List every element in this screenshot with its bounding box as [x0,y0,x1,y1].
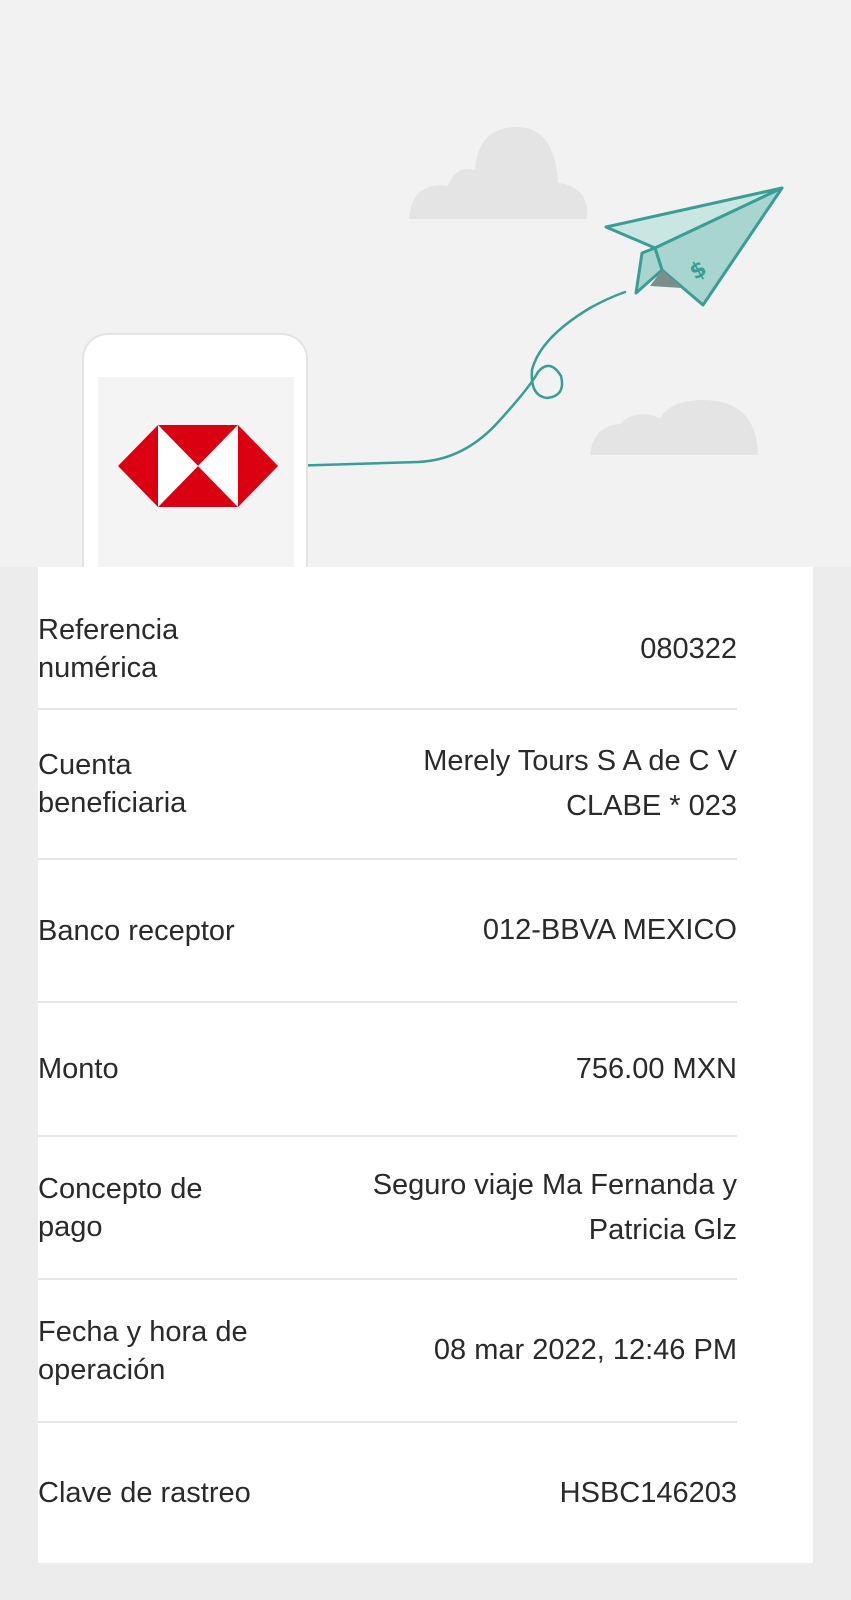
detail-row-fecha: Fecha y hora de operación 08 mar 2022, 1… [38,1280,737,1423]
detail-value-line: Merely Tours S A de C V [423,745,737,777]
hsbc-logo [118,425,278,507]
detail-row-monto: Monto 756.00 MXN [38,1003,737,1137]
detail-label: Banco receptor [38,914,235,947]
detail-value-line: Patricia Glz [588,1213,737,1246]
detail-row-cuenta: Cuenta beneficiaria Merely Tours S A de … [38,710,737,860]
detail-row-referencia: Referencia numérica 080322 [38,590,737,710]
detail-value-line: 08 mar 2022, 12:46 PM [433,1334,737,1366]
detail-value: Merely Tours S A de C V CLABE * 023 [423,739,737,829]
cloud-icon [590,399,758,455]
detail-label: Cuenta beneficiaria [38,749,187,819]
paper-plane-icon: $ [604,186,784,307]
detail-value: 012-BBVA MEXICO [483,908,737,953]
detail-row-clave: Clave de rastreo HSBC146203 [38,1423,737,1563]
detail-value-line: 756.00 MXN [575,1052,737,1085]
detail-label: Fecha y hora de operación [38,1315,248,1386]
hero-illustration: $ [0,0,851,567]
cloud-icon [409,126,588,219]
detail-row-banco: Banco receptor 012-BBVA MEXICO [38,860,737,1003]
flight-path [285,290,627,468]
detail-value-line: Seguro viaje Ma Fernanda y [372,1168,737,1201]
detail-value: HSBC146203 [560,1471,737,1516]
detail-value-line: CLABE * 023 [566,790,737,822]
detail-value: 756.00 MXN [576,1047,737,1092]
detail-value-line: HSBC146203 [559,1476,737,1509]
detail-label: Concepto de pago [38,1172,203,1243]
detail-label: Referencia numérica [38,614,179,684]
detail-value-line: 012-BBVA MEXICO [482,914,737,946]
detail-label: Clave de rastreo [38,1477,251,1509]
detail-value-line: 080322 [640,632,737,665]
detail-value: Seguro viaje Ma Fernanda y Patricia Glz [373,1163,737,1253]
detail-row-concepto: Concepto de pago Seguro viaje Ma Fernand… [38,1137,737,1280]
phone-screen [98,377,294,567]
detail-value: 08 mar 2022, 12:46 PM [434,1328,737,1373]
detail-label: Monto [38,1053,119,1085]
detail-value: 080322 [640,627,737,672]
phone-illustration [82,333,308,567]
